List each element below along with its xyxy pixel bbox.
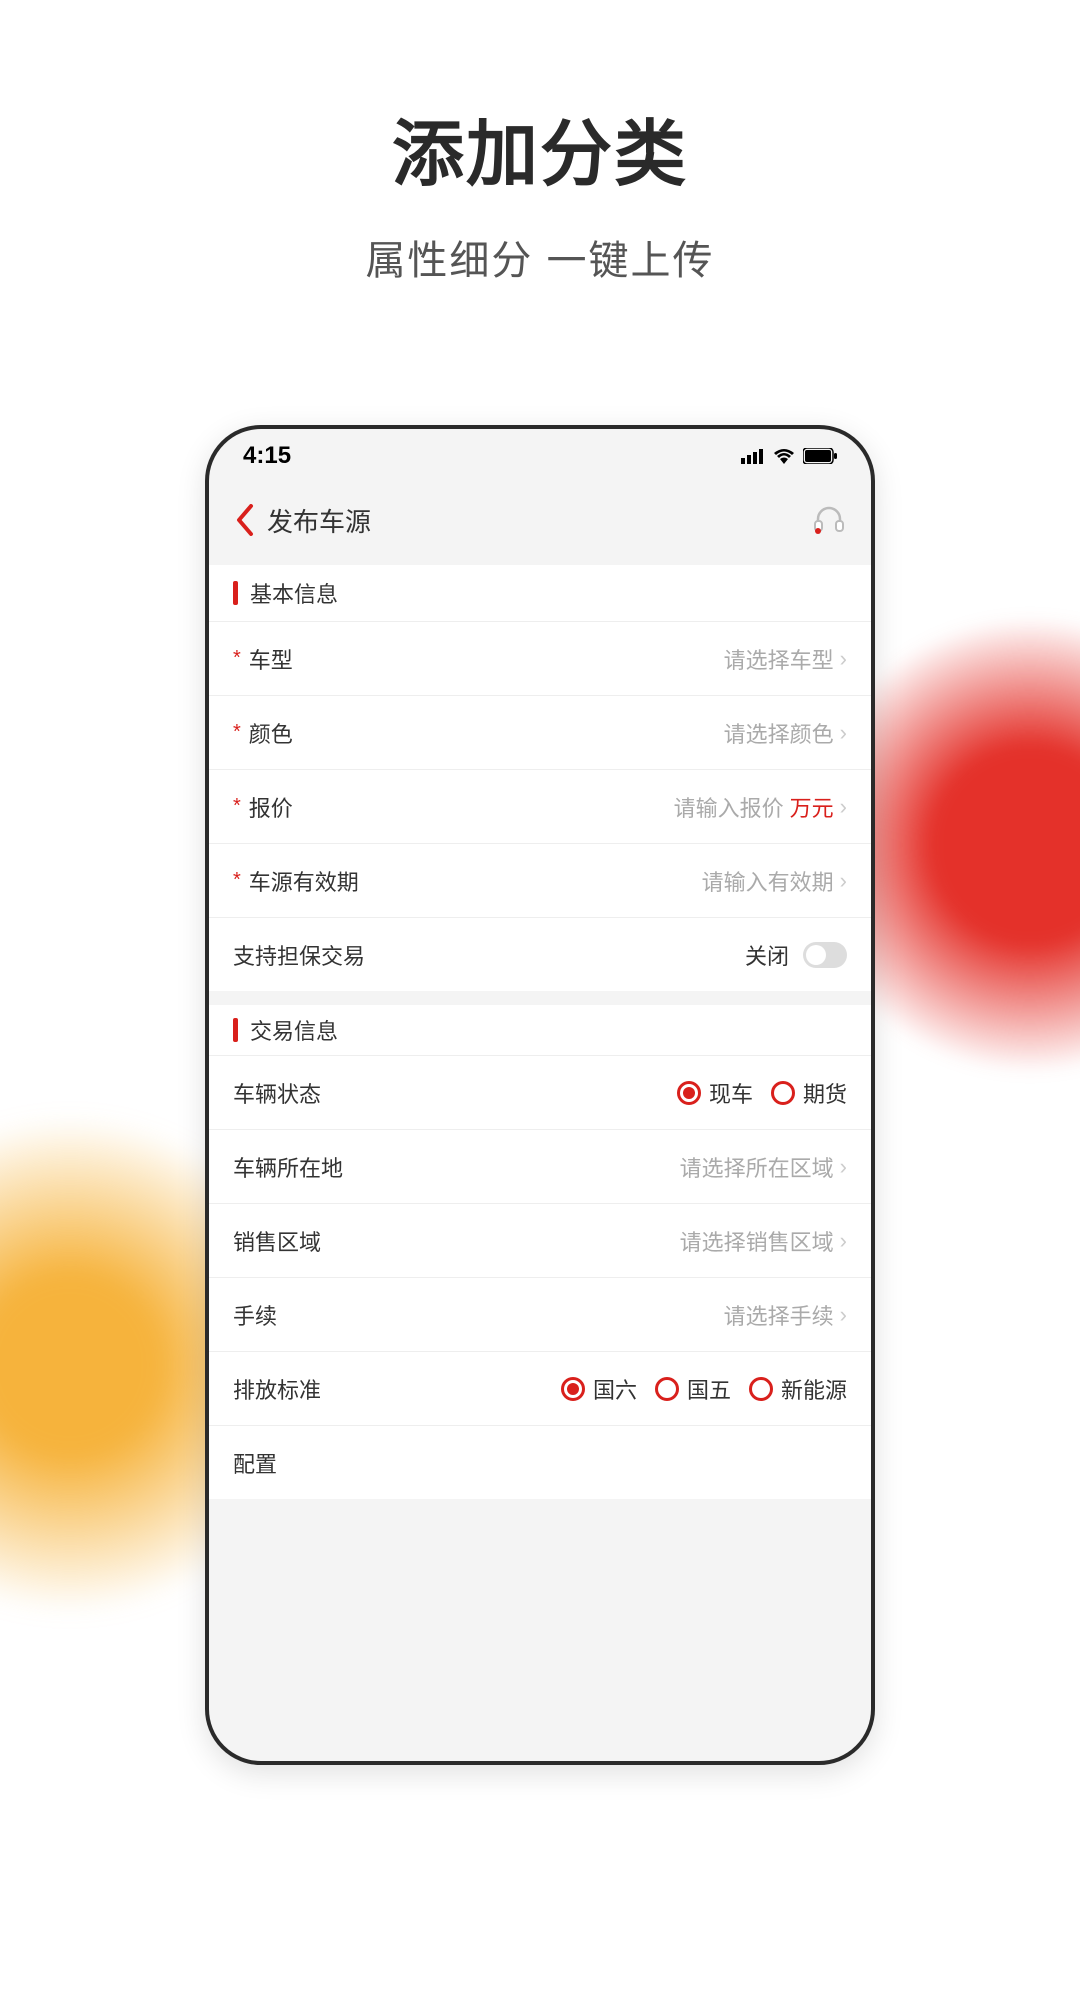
radio-label-status-0: 现车 — [709, 1077, 753, 1109]
radio-label-emission-2: 新能源 — [781, 1373, 847, 1405]
radio-circle-icon — [561, 1377, 585, 1401]
chevron-right-icon: › — [840, 794, 847, 820]
label-validity: 车源有效期 — [249, 865, 359, 897]
statusbar-right — [741, 448, 837, 464]
page-title: 添加分类 — [0, 95, 1080, 200]
back-icon[interactable] — [235, 504, 255, 536]
radio-circle-icon — [655, 1377, 679, 1401]
label-sales-area: 销售区域 — [233, 1225, 321, 1257]
row-escrow: 支持担保交易 关闭 — [209, 917, 871, 991]
row-location[interactable]: 车辆所在地 请选择所在区域› — [209, 1129, 871, 1203]
placeholder-color: 请选择颜色 — [724, 717, 834, 749]
chevron-right-icon: › — [840, 1154, 847, 1180]
radio-status-0[interactable]: 现车 — [677, 1077, 753, 1109]
placeholder-location: 请选择所在区域 — [680, 1151, 834, 1183]
label-status: 车辆状态 — [233, 1077, 321, 1109]
radio-emission-0[interactable]: 国六 — [561, 1373, 637, 1405]
radio-circle-icon — [771, 1081, 795, 1105]
chevron-right-icon: › — [840, 720, 847, 746]
section-bar — [233, 581, 238, 605]
required-mark: * — [233, 647, 241, 670]
signal-icon — [741, 448, 765, 464]
chevron-right-icon: › — [840, 1302, 847, 1328]
row-model[interactable]: * 车型 请选择车型› — [209, 621, 871, 695]
label-emission: 排放标准 — [233, 1373, 321, 1405]
label-location: 车辆所在地 — [233, 1151, 343, 1183]
section-title-trade: 交易信息 — [250, 1014, 338, 1046]
row-emission: 排放标准 国六 国五 新能源 — [209, 1351, 871, 1425]
unit-price: 万元 — [790, 791, 834, 823]
headset-icon[interactable] — [813, 505, 845, 535]
radio-group-status: 现车 期货 — [677, 1077, 847, 1109]
label-model: 车型 — [249, 643, 293, 675]
escrow-state: 关闭 — [745, 939, 789, 971]
chevron-right-icon: › — [840, 868, 847, 894]
row-status: 车辆状态 现车 期货 — [209, 1055, 871, 1129]
radio-group-emission: 国六 国五 新能源 — [561, 1373, 847, 1405]
placeholder-model: 请选择车型 — [724, 643, 834, 675]
radio-emission-2[interactable]: 新能源 — [749, 1373, 847, 1405]
row-config[interactable]: 配置 — [209, 1425, 871, 1499]
section-title-basic: 基本信息 — [250, 577, 338, 609]
row-procedure[interactable]: 手续 请选择手续› — [209, 1277, 871, 1351]
phone-frame: 4:15 发布车源 基本信息 *车型 请选择车型› *颜色 请选择颜色› *报价 — [205, 425, 875, 1765]
chevron-right-icon: › — [840, 1228, 847, 1254]
placeholder-sales-area: 请选择销售区域 — [680, 1225, 834, 1257]
radio-circle-icon — [749, 1377, 773, 1401]
content: 基本信息 *车型 请选择车型› *颜色 请选择颜色› *报价 请输入报价万元› … — [209, 557, 871, 1499]
row-sales-area[interactable]: 销售区域 请选择销售区域› — [209, 1203, 871, 1277]
row-validity[interactable]: * 车源有效期 请输入有效期› — [209, 843, 871, 917]
radio-label-emission-0: 国六 — [593, 1373, 637, 1405]
statusbar: 4:15 — [209, 429, 871, 483]
label-color: 颜色 — [249, 717, 293, 749]
row-color[interactable]: * 颜色 请选择颜色› — [209, 695, 871, 769]
radio-label-status-1: 期货 — [803, 1077, 847, 1109]
battery-icon — [803, 448, 837, 464]
placeholder-procedure: 请选择手续 — [724, 1299, 834, 1331]
radio-status-1[interactable]: 期货 — [771, 1077, 847, 1109]
wifi-icon — [773, 448, 795, 464]
section-header-trade: 交易信息 — [209, 991, 871, 1055]
radio-emission-1[interactable]: 国五 — [655, 1373, 731, 1405]
navbar-title: 发布车源 — [267, 502, 371, 539]
section-header-basic: 基本信息 — [209, 557, 871, 621]
label-config: 配置 — [233, 1447, 277, 1479]
radio-circle-icon — [677, 1081, 701, 1105]
page-subtitle: 属性细分 一键上传 — [0, 228, 1080, 286]
placeholder-validity: 请输入有效期 — [702, 865, 834, 897]
placeholder-price: 请输入报价 — [674, 791, 784, 823]
navbar: 发布车源 — [209, 483, 871, 557]
label-procedure: 手续 — [233, 1299, 277, 1331]
escrow-toggle[interactable] — [803, 942, 847, 968]
label-price: 报价 — [249, 791, 293, 823]
radio-label-emission-1: 国五 — [687, 1373, 731, 1405]
row-price[interactable]: * 报价 请输入报价万元› — [209, 769, 871, 843]
label-escrow: 支持担保交易 — [233, 939, 365, 971]
required-mark: * — [233, 721, 241, 744]
section-bar — [233, 1018, 238, 1042]
chevron-right-icon: › — [840, 646, 847, 672]
required-mark: * — [233, 869, 241, 892]
required-mark: * — [233, 795, 241, 818]
statusbar-time: 4:15 — [243, 442, 291, 470]
